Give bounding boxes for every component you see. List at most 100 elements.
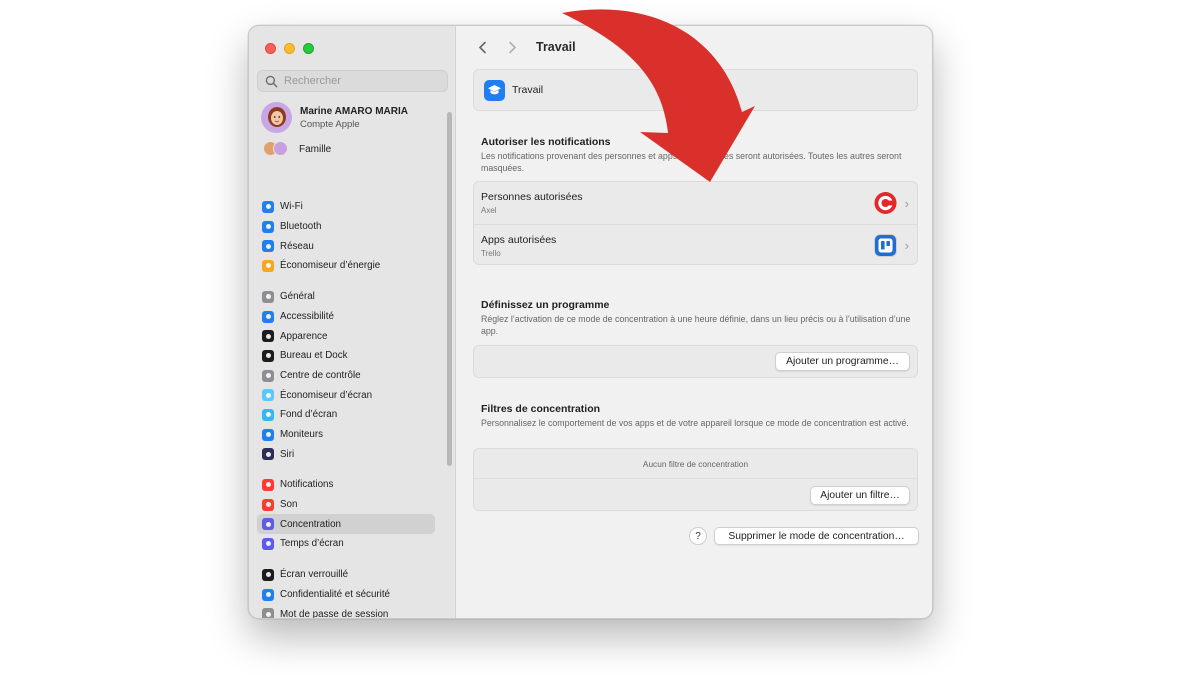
sidebar-item-label: Siri <box>280 448 295 460</box>
sidebar-item-label: Économiseur d’écran <box>280 389 373 401</box>
sidebar-group: Écran verrouillé Confidentialité et sécur… <box>257 565 435 619</box>
add-schedule-button[interactable]: Ajouter un programme… <box>775 352 910 371</box>
sidebar-item-label: Accessibilité <box>280 311 334 323</box>
allowed-apps-value: Trello <box>481 248 501 258</box>
globe-icon <box>262 240 274 253</box>
sidebar-item-display[interactable]: Moniteurs <box>257 425 435 445</box>
filters-description: Personnalisez le comportement de vos app… <box>481 418 909 428</box>
sidebar-item-label: Confidentialité et sécurité <box>280 589 391 601</box>
speaker-icon <box>262 498 274 511</box>
sidebar-item-accessibility[interactable]: Accessibilité <box>257 307 435 327</box>
sidebar-item-label: Réseau <box>280 240 314 252</box>
sidebar-item-wifi[interactable]: Wi-Fi <box>257 197 435 217</box>
sidebar-group: Notifications Son Concentration Temps d’écr… <box>257 475 435 554</box>
sidebar-item-label: Son <box>280 499 298 511</box>
sidebar-item-label: Temps d’écran <box>280 538 344 550</box>
gear-icon <box>262 290 274 303</box>
allowed-apps-row[interactable]: Apps autorisées Trello › <box>474 224 917 266</box>
add-filter-button[interactable]: Ajouter un filtre… <box>810 486 910 505</box>
memoji-icon <box>267 106 286 127</box>
sidebar-item-globe[interactable]: Réseau <box>257 236 435 256</box>
lock-icon <box>262 608 274 618</box>
filters-title: Filtres de concentration <box>481 403 601 415</box>
moon-icon <box>262 518 274 531</box>
wallpaper-icon <box>262 408 274 421</box>
delete-focus-button[interactable]: Supprimer le mode de concentration… <box>714 527 919 545</box>
zoom-button[interactable] <box>303 43 314 54</box>
sidebar-item-battery[interactable]: Économiseur d’énergie <box>257 256 435 276</box>
family-label: Famille <box>299 143 332 155</box>
contact-avatar-icon <box>874 191 897 215</box>
sidebar-item-famille[interactable]: Famille <box>263 141 331 157</box>
schedule-title: Définissez un programme <box>481 299 610 311</box>
allowed-people-label: Personnes autorisées <box>481 191 583 203</box>
wifi-icon <box>262 200 274 213</box>
sidebar-item-label: Bureau et Dock <box>280 350 348 362</box>
sidebar-group: Wi-Fi Bluetooth Réseau Économiseur d’énergi… <box>257 197 435 276</box>
family-avatars-icon <box>263 141 291 157</box>
appearance-icon <box>262 330 274 343</box>
avatar <box>261 102 292 133</box>
sidebar-item-bluetooth[interactable]: Bluetooth <box>257 217 435 237</box>
annotation-arrow-icon <box>562 9 755 182</box>
graduation-cap-icon <box>484 79 505 101</box>
sidebar-item-label: Apparence <box>280 330 328 342</box>
bell-icon <box>262 478 274 491</box>
sidebar-item-label: Concentration <box>280 518 341 530</box>
hand-icon <box>262 588 274 601</box>
sidebar-item-label: Centre de contrôle <box>280 370 361 382</box>
apple-account[interactable]: Marine AMARO MARIA Compte Apple <box>261 102 408 133</box>
minimize-button[interactable] <box>284 43 295 54</box>
sidebar-item-siri[interactable]: Siri <box>257 445 435 465</box>
forward-button[interactable] <box>504 39 520 55</box>
search-field[interactable] <box>257 70 448 92</box>
trello-icon <box>873 234 897 257</box>
chevron-right-icon: › <box>904 238 909 253</box>
focus-name: Travail <box>512 84 544 96</box>
sidebar-item-label: Fond d’écran <box>280 409 338 421</box>
control-center-icon <box>262 369 274 382</box>
window-controls <box>265 43 314 54</box>
chevron-left-icon <box>478 41 486 53</box>
sidebar-item-moon[interactable]: Concentration <box>257 514 435 535</box>
chevron-right-icon: › <box>904 195 909 211</box>
sidebar-item-hourglass[interactable]: Temps d’écran <box>257 534 435 554</box>
search-input[interactable] <box>284 75 434 87</box>
schedule-description: Réglez l’activation de ce mode de concen… <box>481 314 911 336</box>
sidebar-item-label: Bluetooth <box>280 221 322 233</box>
allowed-people-value: Axel <box>481 206 497 215</box>
help-button[interactable]: ? <box>689 527 707 545</box>
hourglass-icon <box>262 537 274 550</box>
bluetooth-icon <box>262 220 274 233</box>
sidebar-item-wallpaper[interactable]: Fond d’écran <box>257 405 435 425</box>
sidebar-item-label: Mot de passe de session <box>280 608 389 619</box>
sidebar-item-label: Économiseur d’énergie <box>280 260 381 272</box>
back-button[interactable] <box>474 39 490 55</box>
sidebar-scrollbar[interactable] <box>447 112 452 466</box>
profile-name: Marine AMARO MARIA <box>300 105 408 117</box>
sidebar-item-appearance[interactable]: Apparence <box>257 326 435 346</box>
screensaver-icon <box>262 389 274 402</box>
sidebar-item-lock[interactable]: Mot de passe de session <box>257 604 435 619</box>
filters-empty-text: Aucun filtre de concentration <box>474 449 917 479</box>
sidebar-item-label: Wi-Fi <box>280 201 303 213</box>
sidebar-item-lock-screen[interactable]: Écran verrouillé <box>257 565 435 585</box>
sidebar-item-screensaver[interactable]: Économiseur d’écran <box>257 385 435 405</box>
search-icon <box>265 75 278 87</box>
sidebar-item-hand[interactable]: Confidentialité et sécurité <box>257 585 435 605</box>
sidebar-item-speaker[interactable]: Son <box>257 495 435 515</box>
sidebar-item-dock[interactable]: Bureau et Dock <box>257 346 435 366</box>
sidebar: Marine AMARO MARIA Compte Apple Famille … <box>249 26 456 618</box>
sidebar-item-gear[interactable]: Général <box>257 287 435 307</box>
close-button[interactable] <box>265 43 276 54</box>
lock-screen-icon <box>262 568 274 581</box>
siri-icon <box>262 448 274 461</box>
profile-subtitle: Compte Apple <box>300 118 360 130</box>
sidebar-item-bell[interactable]: Notifications <box>257 475 435 495</box>
sidebar-item-label: Écran verrouillé <box>280 569 349 581</box>
sidebar-item-control-center[interactable]: Centre de contrôle <box>257 366 435 386</box>
schedule-card: Ajouter un programme… <box>473 345 918 378</box>
accessibility-icon <box>262 310 274 323</box>
allowed-list-card: Personnes autorisées Axel › Apps autoris… <box>473 181 918 265</box>
filters-card: Aucun filtre de concentration Ajouter un… <box>473 448 918 511</box>
